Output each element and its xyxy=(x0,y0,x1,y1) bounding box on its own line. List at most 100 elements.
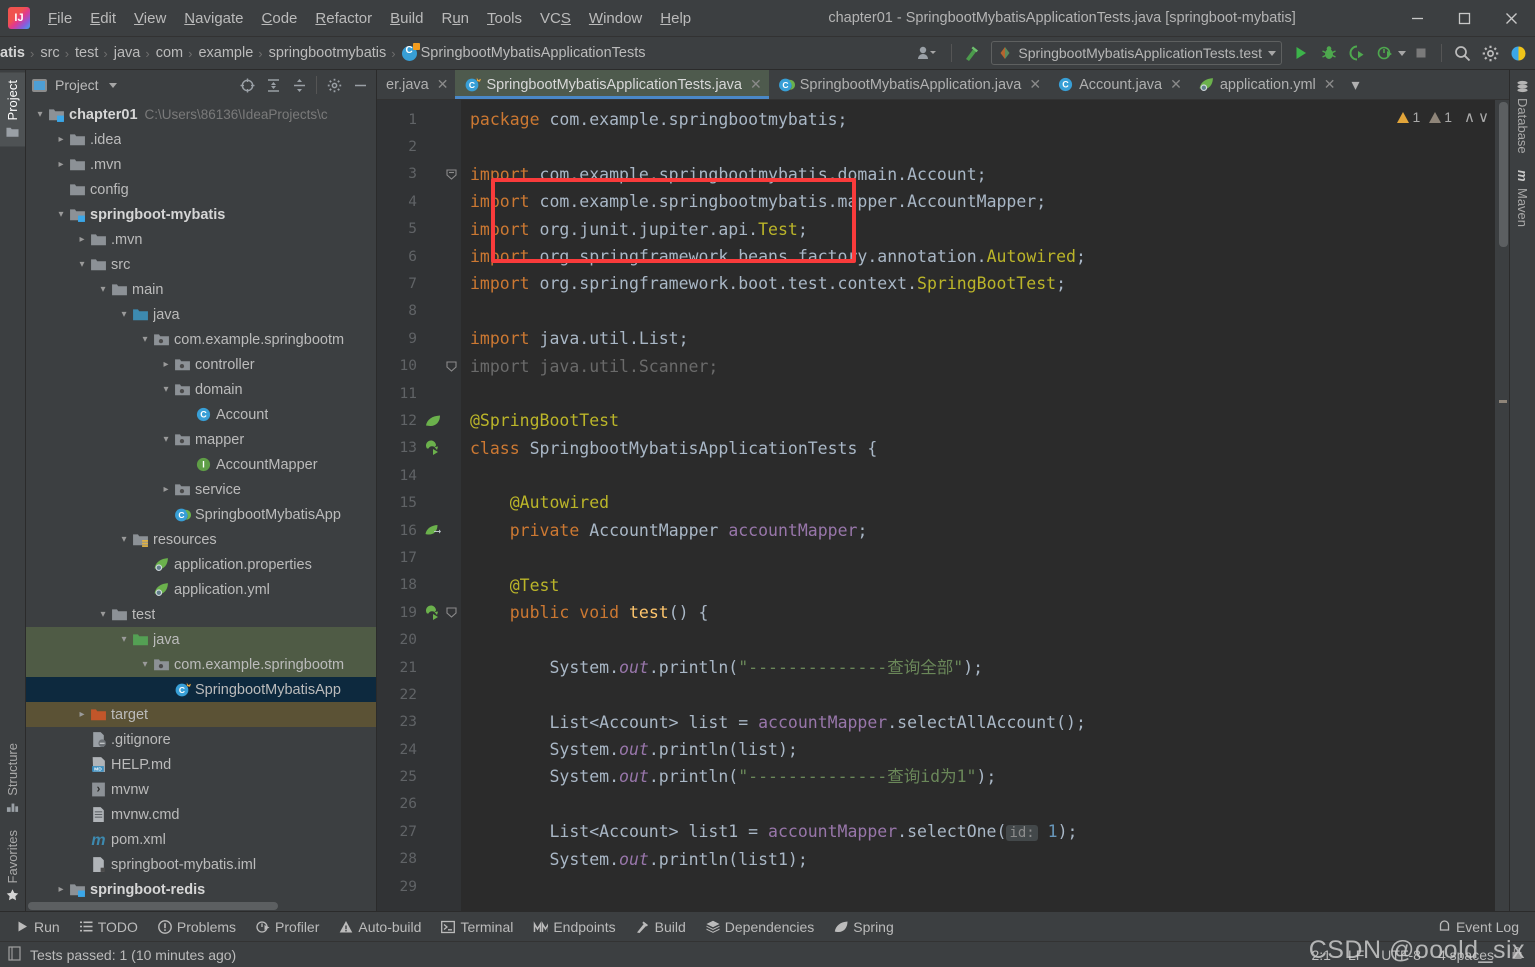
tree-node-springbootmybatisapp[interactable]: C SpringbootMybatisApp xyxy=(26,502,376,527)
tree-node-resources[interactable]: ▾ resources xyxy=(26,527,376,552)
file-encoding[interactable]: UTF-8 xyxy=(1381,947,1421,963)
gutter-line[interactable]: 13 xyxy=(377,435,461,462)
gutter-line[interactable]: 27 xyxy=(377,818,461,845)
gutter-line[interactable]: 3 xyxy=(377,161,461,188)
bottom-tab-build[interactable]: Build xyxy=(626,916,696,938)
gutter-line[interactable]: 21 xyxy=(377,654,461,681)
editor-scrollbar-thumb[interactable] xyxy=(1499,102,1508,247)
code-line[interactable]: System.out.println("--------------查询全部")… xyxy=(461,654,1495,681)
breadcrumb-class[interactable]: SpringbootMybatisApplicationTests xyxy=(398,42,649,63)
gutter-line[interactable]: 15 xyxy=(377,489,461,516)
gutter-line[interactable]: 14 xyxy=(377,462,461,489)
next-highlight-button[interactable]: ∨ xyxy=(1478,108,1489,126)
bottom-tab-todo[interactable]: TODO xyxy=(70,916,148,938)
status-message[interactable]: Tests passed: 1 (10 minutes ago) xyxy=(30,947,236,963)
breadcrumb-src[interactable]: src xyxy=(36,43,62,63)
gutter-line[interactable]: 11 xyxy=(377,380,461,407)
lock-icon[interactable] xyxy=(1511,946,1523,963)
tree-node-pom-xml[interactable]: m pom.xml xyxy=(26,827,376,852)
gutter-line[interactable]: 1 xyxy=(377,106,461,133)
bottom-tool-bar[interactable]: Run TODO Problems Profiler Auto-build Termina… xyxy=(0,911,1535,941)
code-content[interactable]: package com.example.springbootmybatis; i… xyxy=(461,100,1495,911)
code-editor[interactable]: 1 2 3 4 5 6 7 8 9 10 11 12 13 14 15 16 17 18 19 20 21 22 23 24 2… xyxy=(377,100,1509,911)
gutter-line[interactable]: 12 xyxy=(377,407,461,434)
build-hammer-icon[interactable] xyxy=(959,40,985,66)
chevron-down-icon[interactable]: ▾ xyxy=(116,307,132,323)
chevron-right-icon[interactable]: ▸ xyxy=(158,357,174,373)
spring-bean-gutter-icon[interactable] xyxy=(425,523,441,539)
tree-node-java[interactable]: ▾ java xyxy=(26,627,376,652)
code-line[interactable]: class SpringbootMybatisApplicationTests … xyxy=(461,435,1495,462)
editor-tabs-more-chevron-icon[interactable]: ▾ xyxy=(1343,70,1369,99)
code-line[interactable] xyxy=(461,462,1495,489)
editor-tab-er-java[interactable]: er.java ✕ xyxy=(377,70,455,99)
tree-node-test[interactable]: ▾ test xyxy=(26,602,376,627)
tree-node-src[interactable]: ▾ src xyxy=(26,252,376,277)
tree-node-application-yml[interactable]: application.yml xyxy=(26,577,376,602)
tree-node-java[interactable]: ▾ java xyxy=(26,302,376,327)
user-account-icon[interactable] xyxy=(910,40,944,66)
chevron-right-icon[interactable]: ▸ xyxy=(74,232,90,248)
search-everywhere-icon[interactable] xyxy=(1449,40,1475,66)
gutter-line[interactable]: 6 xyxy=(377,243,461,270)
gutter-line[interactable]: 28 xyxy=(377,846,461,873)
profiler-chevron-icon[interactable] xyxy=(1398,50,1406,56)
tool-window-structure[interactable]: Structure xyxy=(0,735,25,822)
breadcrumb-package[interactable]: springbootmybatis xyxy=(265,43,390,63)
collapse-all-button[interactable] xyxy=(287,73,311,97)
tree-node-springbootmybatisapp[interactable]: C SpringbootMybatisApp xyxy=(26,677,376,702)
code-line[interactable]: import java.util.Scanner; xyxy=(461,353,1495,380)
chevron-down-icon[interactable]: ▾ xyxy=(116,532,132,548)
menu-run[interactable]: Run xyxy=(432,5,478,32)
code-line[interactable] xyxy=(461,133,1495,160)
chevron-right-icon[interactable]: ▸ xyxy=(53,132,69,148)
editor-tab-application-yml[interactable]: application.yml ✕ xyxy=(1189,70,1343,99)
gutter-line[interactable]: 5 xyxy=(377,216,461,243)
menu-code[interactable]: Code xyxy=(253,5,307,32)
hide-panel-button[interactable] xyxy=(348,73,372,97)
code-fold-start-icon[interactable] xyxy=(445,168,457,180)
tree-node-mvn[interactable]: ▸ .mvn xyxy=(26,227,376,252)
spring-leaf-gutter-icon[interactable] xyxy=(425,413,441,429)
tree-node-target[interactable]: ▸ target xyxy=(26,702,376,727)
select-opened-file-button[interactable] xyxy=(235,73,259,97)
gutter-line[interactable]: 8 xyxy=(377,298,461,325)
gutter-line[interactable]: 16 xyxy=(377,517,461,544)
menu-file[interactable]: File xyxy=(39,5,81,32)
event-log-button[interactable]: Event Log xyxy=(1428,916,1529,938)
breadcrumb-module[interactable]: atis xyxy=(0,43,28,63)
gutter-line[interactable]: 24 xyxy=(377,736,461,763)
bottom-tab-dependencies[interactable]: Dependencies xyxy=(696,916,825,938)
bottom-tab-problems[interactable]: Problems xyxy=(148,916,246,938)
chevron-down-icon[interactable]: ▾ xyxy=(53,207,69,223)
tree-node-accountmapper[interactable]: I AccountMapper xyxy=(26,452,376,477)
chevron-right-icon[interactable]: ▸ xyxy=(53,882,69,898)
tree-node-com-example-springbootm[interactable]: ▾ com.example.springbootm xyxy=(26,652,376,677)
tree-node-mapper[interactable]: ▾ mapper xyxy=(26,427,376,452)
menu-navigate[interactable]: Navigate xyxy=(175,5,252,32)
chevron-down-icon[interactable]: ▾ xyxy=(32,107,48,123)
run-button[interactable] xyxy=(1288,40,1314,66)
tool-window-database[interactable]: Database xyxy=(1510,72,1535,162)
gutter-line[interactable]: 7 xyxy=(377,270,461,297)
editor-gutter[interactable]: 1 2 3 4 5 6 7 8 9 10 11 12 13 14 15 16 17 18 19 20 21 22 23 24 2… xyxy=(377,100,461,911)
code-line[interactable] xyxy=(461,380,1495,407)
chevron-down-icon[interactable]: ▾ xyxy=(158,432,174,448)
tool-window-project[interactable]: Project xyxy=(0,72,25,147)
tree-node-application-properties[interactable]: application.properties xyxy=(26,552,376,577)
editor-tab-account-java[interactable]: C Account.java ✕ xyxy=(1048,70,1189,99)
settings-gear-icon[interactable] xyxy=(1477,40,1503,66)
breadcrumb-java[interactable]: java xyxy=(110,43,144,63)
line-separator[interactable]: LF xyxy=(1348,947,1364,963)
chevron-down-icon[interactable]: ▾ xyxy=(137,657,153,673)
minimize-button[interactable] xyxy=(1394,0,1441,37)
menu-edit[interactable]: Edit xyxy=(81,5,125,32)
chevron-down-icon[interactable]: ▾ xyxy=(116,632,132,648)
tree-node-help-md[interactable]: MD HELP.md xyxy=(26,752,376,777)
code-line[interactable]: import com.example.springbootmybatis.dom… xyxy=(461,161,1495,188)
tree-node-springboot-mybatis[interactable]: ▾ springboot-mybatis xyxy=(26,202,376,227)
gutter-line[interactable]: 23 xyxy=(377,709,461,736)
close-icon[interactable]: ✕ xyxy=(1324,76,1336,93)
tree-node-controller[interactable]: ▸ controller xyxy=(26,352,376,377)
code-line[interactable]: import org.junit.jupiter.api.Test; xyxy=(461,216,1495,243)
